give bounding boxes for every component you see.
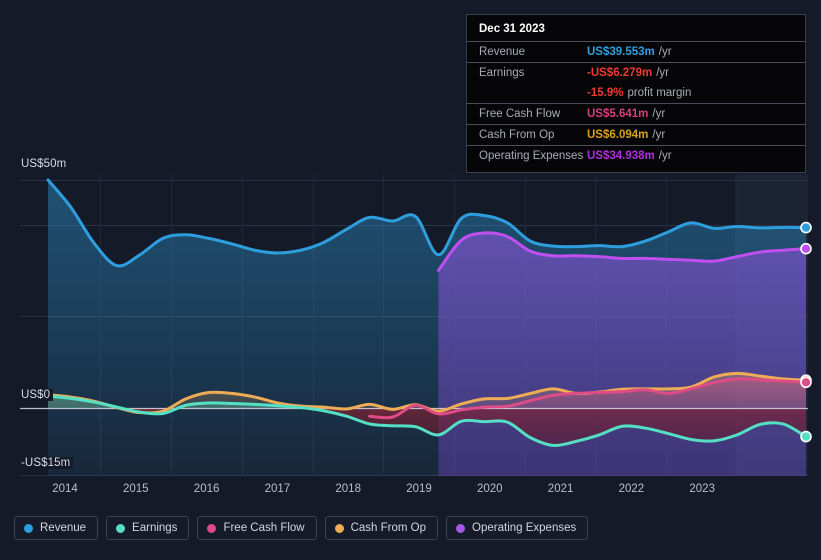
tooltip-row: Cash From Op US$6.094m/yr (467, 124, 805, 145)
legend-item-label: Free Cash Flow (223, 522, 305, 534)
tooltip-date: Dec 31 2023 (479, 23, 545, 35)
financial-chart: US$50m US$0 -US$15m 2014 2015 2016 2017 2018… (0, 0, 821, 560)
legend-color-dot-icon (24, 523, 33, 533)
tooltip-row-label: Cash From Op (479, 129, 555, 141)
x-axis-tick-2014: 2014 (52, 483, 78, 495)
tooltip-row-unit: profit margin (627, 87, 692, 99)
x-axis-tick-2017: 2017 (264, 483, 291, 495)
tooltip-row: Operating Expenses US$34.938m/yr (467, 145, 805, 166)
tooltip-row-label: Revenue (479, 46, 526, 58)
endpoint-marker-earnings (800, 430, 812, 443)
tooltip-row: Free Cash Flow US$5.641m/yr (467, 103, 805, 124)
x-axis-tick-2015: 2015 (123, 483, 149, 495)
tooltip-row: Earnings -US$6.279m/yr (467, 62, 805, 83)
chart-legend: Revenue Earnings Free Cash Flow Cash From O… (14, 516, 589, 540)
tooltip-row-value: US$39.553m (587, 46, 655, 58)
legend-item-label: Operating Expenses (472, 522, 577, 534)
tooltip-row-unit: /yr (658, 46, 672, 58)
tooltip-row-value: US$6.094m (587, 129, 649, 141)
x-axis-tick-2023: 2023 (689, 483, 715, 495)
endpoint-marker-revenue (800, 221, 812, 234)
tooltip-row-value: US$5.641m (587, 108, 649, 120)
tooltip-row-label: Operating Expenses (479, 150, 584, 162)
tooltip-rows: Revenue US$39.553m/yr Earnings -US$6.279m/y… (467, 41, 805, 166)
data-tooltip: Dec 31 2023 Revenue US$39.553m/yr Earnings… (466, 14, 806, 173)
x-axis-tick-2020: 2020 (477, 483, 503, 495)
legend-color-dot-icon (207, 523, 217, 533)
legend-color-dot-icon (456, 523, 466, 533)
tooltip-row-value: -15.9% (587, 87, 624, 99)
legend-item-label: Earnings (132, 522, 178, 534)
y-axis-label-bottom: -US$15m (21, 457, 74, 469)
tooltip-row: -15.9% profit margin (467, 83, 805, 103)
x-axis-tick-2018: 2018 (335, 483, 361, 495)
legend-item-operating-expenses[interactable]: Operating Expenses (446, 516, 589, 540)
tooltip-row-value: -US$6.279m (587, 67, 653, 79)
legend-color-dot-icon (116, 523, 126, 533)
tooltip-row-unit: /yr (652, 108, 666, 120)
tooltip-row-value: US$34.938m (587, 150, 655, 162)
endpoint-marker-operating-expenses (800, 242, 812, 255)
x-axis-tick-2022: 2022 (618, 483, 645, 495)
legend-item-label: Revenue (40, 522, 87, 534)
endpoint-marker-free-cash-flow (800, 376, 812, 389)
x-axis-tick-2016: 2016 (193, 483, 220, 495)
x-axis-tick-2021: 2021 (547, 483, 574, 495)
tooltip-row-unit: /yr (658, 150, 672, 162)
area-fill-operating-expenses (438, 232, 806, 476)
legend-item-free-cash-flow[interactable]: Free Cash Flow (197, 516, 317, 540)
tooltip-row-unit: /yr (656, 67, 669, 79)
legend-item-revenue[interactable]: Revenue (14, 516, 99, 540)
tooltip-row: Revenue US$39.553m/yr (467, 41, 805, 62)
x-axis-tick-2019: 2019 (406, 483, 432, 495)
y-axis-label-top: US$50m (21, 158, 70, 170)
tooltip-row-label: Free Cash Flow (479, 108, 561, 120)
tooltip-row-unit: /yr (652, 129, 666, 141)
tooltip-row-label: Earnings (479, 67, 525, 79)
legend-item-earnings[interactable]: Earnings (106, 516, 190, 540)
legend-item-label: Cash From Op (350, 522, 427, 534)
legend-item-cash-from-op[interactable]: Cash From Op (324, 516, 439, 540)
y-axis-label-zero: US$0 (21, 389, 54, 401)
legend-color-dot-icon (334, 523, 344, 533)
